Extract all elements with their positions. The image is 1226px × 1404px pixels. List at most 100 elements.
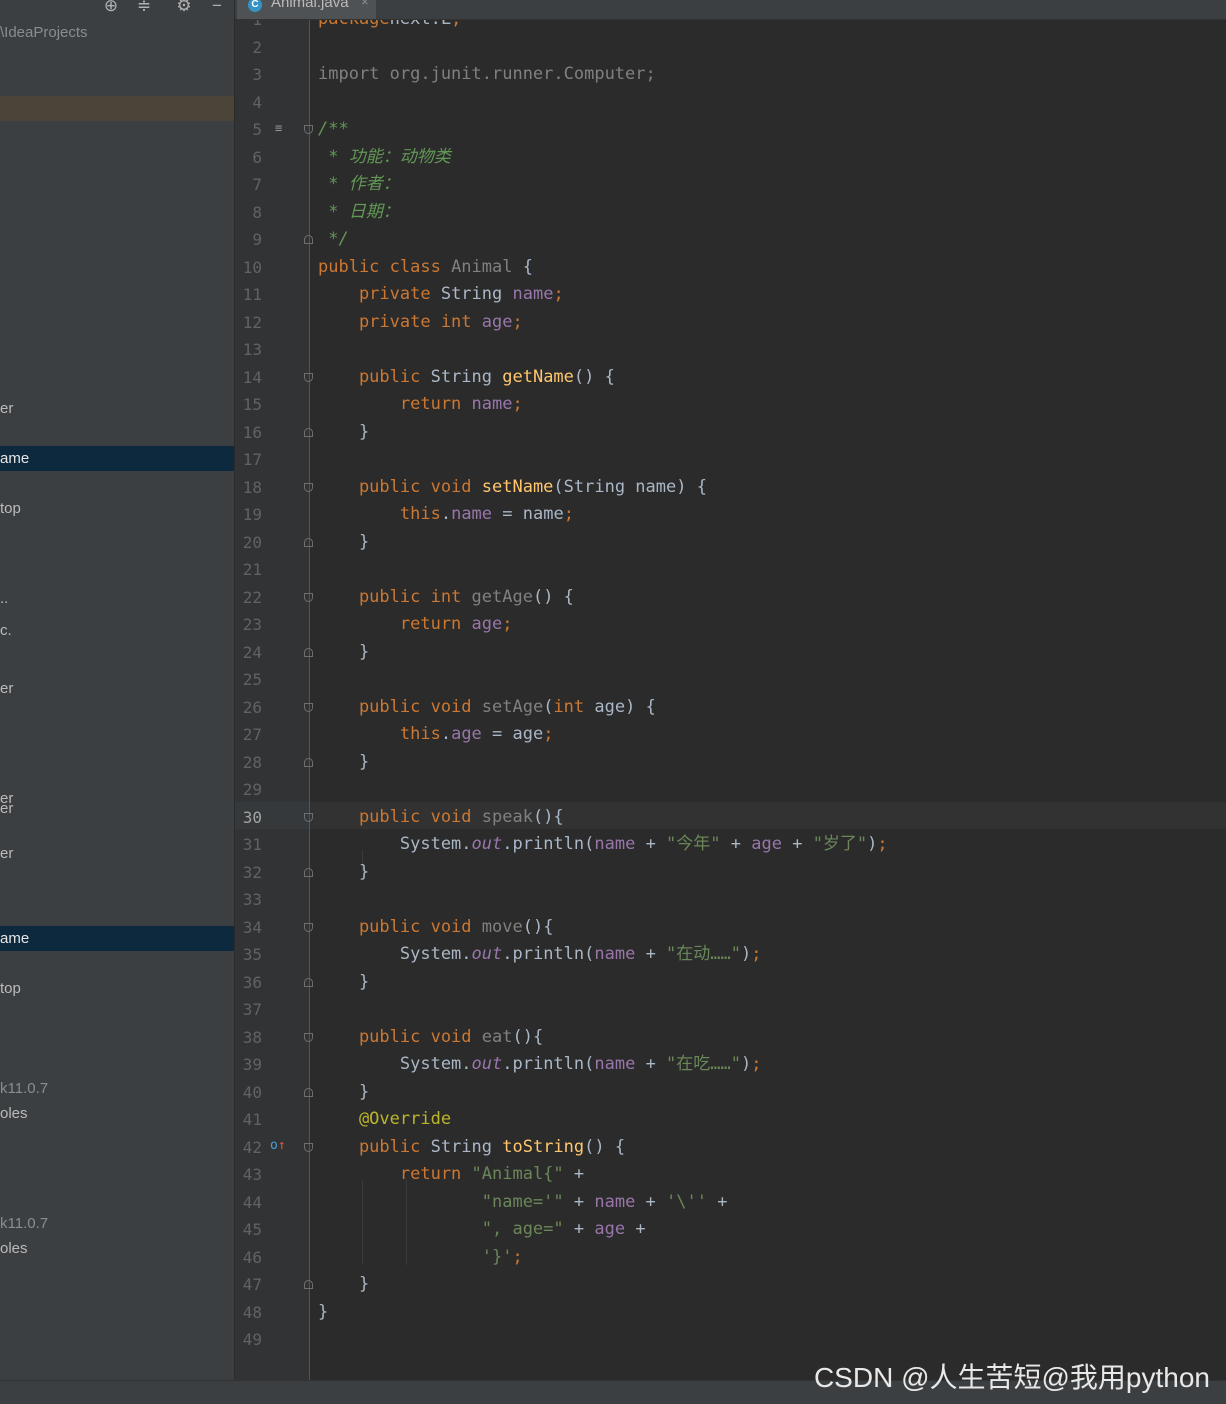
code-token: (String name) { xyxy=(553,476,707,497)
code-token: .println( xyxy=(502,834,595,854)
code-token: public int xyxy=(318,586,472,607)
code-text: "name='" + name + '\'' + xyxy=(318,1189,728,1217)
fold-marker-icon[interactable] xyxy=(304,537,313,547)
crosshair-icon[interactable]: ⊕ xyxy=(100,0,122,16)
fold-marker-icon[interactable] xyxy=(304,372,313,382)
code-token: } xyxy=(318,971,370,992)
project-tree-row[interactable]: top xyxy=(0,496,234,521)
project-tree-row[interactable]: ame xyxy=(0,446,234,471)
fold-marker-icon[interactable] xyxy=(304,592,313,602)
line-number: 47 xyxy=(242,1275,262,1294)
fold-marker-icon[interactable] xyxy=(304,235,313,244)
line-number: 48 xyxy=(242,1302,262,1322)
code-token: ; xyxy=(553,284,564,304)
fold-marker-icon[interactable] xyxy=(304,1087,313,1097)
code-token: + xyxy=(635,1054,667,1074)
project-tree-label: er xyxy=(0,800,14,817)
code-token: int xyxy=(553,696,595,717)
project-tree-row[interactable]: \IdeaProjects xyxy=(0,20,234,45)
code-text: return age; xyxy=(318,611,513,639)
project-tree-row[interactable]: er xyxy=(0,796,234,821)
collapse-all-icon[interactable]: ≑ xyxy=(133,0,155,16)
code-token: return xyxy=(318,394,472,414)
code-text: public class Animal { xyxy=(318,254,533,282)
line-number: 40 xyxy=(242,1082,262,1102)
fold-marker-icon[interactable] xyxy=(304,977,313,987)
fold-marker-icon[interactable] xyxy=(304,647,313,657)
code-token: ; xyxy=(543,724,554,744)
code-token: ; xyxy=(563,504,574,524)
line-number: 14 xyxy=(242,367,262,387)
fold-marker-icon[interactable] xyxy=(304,922,313,932)
code-text: } xyxy=(318,1079,369,1107)
code-token: { xyxy=(512,256,533,277)
code-line: 6 * 功能：动物类 xyxy=(235,144,1226,172)
code-text: System.out.println(name + "今年" + age + "… xyxy=(318,831,888,859)
project-tree-row[interactable]: oles xyxy=(0,1236,234,1261)
project-tree-row[interactable]: er xyxy=(0,841,234,866)
fold-marker-icon[interactable] xyxy=(304,812,313,822)
line-number: 45 xyxy=(242,1220,262,1239)
line-number: 36 xyxy=(242,972,262,992)
code-token: ; xyxy=(751,1054,762,1074)
code-token: public void xyxy=(318,476,482,497)
project-tree-row[interactable]: er xyxy=(0,676,234,701)
code-line: 7 * 作者： xyxy=(235,171,1226,199)
fold-marker-icon[interactable] xyxy=(304,125,313,134)
project-tree-row[interactable]: k11.0.7 xyxy=(0,1076,234,1101)
code-token: getAge xyxy=(471,586,533,607)
code-text: } xyxy=(318,1271,369,1299)
code-text: return name; xyxy=(318,391,523,419)
code-token: toString xyxy=(502,1136,585,1157)
code-line: 30 public void speak(){ xyxy=(235,804,1226,832)
project-tree-row[interactable] xyxy=(0,96,234,121)
code-editor[interactable]: ≡ o↑ 1packagenext.L;23import org.junit.r… xyxy=(235,20,1226,1380)
fold-marker-icon[interactable] xyxy=(304,702,313,712)
code-token: * 日期： xyxy=(318,201,400,222)
code-line: 11 private String name; xyxy=(235,281,1226,309)
code-line: 20 } xyxy=(235,529,1226,557)
code-line: 36 } xyxy=(235,969,1226,997)
gear-icon[interactable]: ⚙ xyxy=(173,0,195,16)
line-number: 33 xyxy=(242,890,262,909)
code-token: setAge xyxy=(481,696,544,717)
code-line: 47 } xyxy=(235,1271,1226,1299)
project-tree-row[interactable]: er xyxy=(0,396,234,421)
close-icon[interactable]: × xyxy=(361,0,369,9)
code-line: 16 } xyxy=(235,419,1226,447)
code-line: 1 packagenext.L; xyxy=(235,20,1226,34)
project-tree-label: .. xyxy=(0,590,9,607)
code-token: "Animal{" xyxy=(471,1164,564,1184)
fold-marker-icon[interactable] xyxy=(304,1032,313,1042)
code-token: "在吃……" xyxy=(666,1054,741,1074)
code-token: (){ xyxy=(522,916,554,937)
code-token: age xyxy=(471,614,503,634)
fold-marker-icon[interactable] xyxy=(304,482,313,492)
code-text: public void speak(){ xyxy=(318,804,564,832)
code-token: out xyxy=(471,944,503,964)
project-tree-row[interactable]: top xyxy=(0,976,234,1001)
code-text: System.out.println(name + "在吃……"); xyxy=(318,1051,762,1079)
fold-marker-icon[interactable] xyxy=(304,757,313,767)
project-tree-row[interactable]: .. xyxy=(0,586,234,611)
fold-marker-icon[interactable] xyxy=(304,867,313,877)
code-line: 4 xyxy=(235,89,1226,117)
code-line: 14 public String getName() { xyxy=(235,364,1226,392)
fold-marker-icon[interactable] xyxy=(304,427,313,437)
code-text: private String name; xyxy=(318,281,564,309)
code-token: System. xyxy=(318,944,472,964)
project-tree-row[interactable]: c. xyxy=(0,618,234,643)
fold-marker-icon[interactable] xyxy=(304,1280,313,1289)
project-tree-row[interactable]: oles xyxy=(0,1101,234,1126)
code-token: + xyxy=(635,944,667,964)
minimize-icon[interactable]: − xyxy=(206,0,228,16)
code-text: public int getAge() { xyxy=(318,584,574,612)
fold-marker-icon[interactable] xyxy=(304,1142,313,1152)
code-text: System.out.println(name + "在动……"); xyxy=(318,941,762,969)
tab-animal-java[interactable]: C Animal.java × xyxy=(237,0,376,19)
project-tree-row[interactable]: k11.0.7 xyxy=(0,1211,234,1236)
project-tree-row[interactable]: ame xyxy=(0,926,234,951)
line-number: 3 xyxy=(252,65,262,84)
code-token: age xyxy=(481,311,513,332)
code-token: name xyxy=(594,834,636,854)
